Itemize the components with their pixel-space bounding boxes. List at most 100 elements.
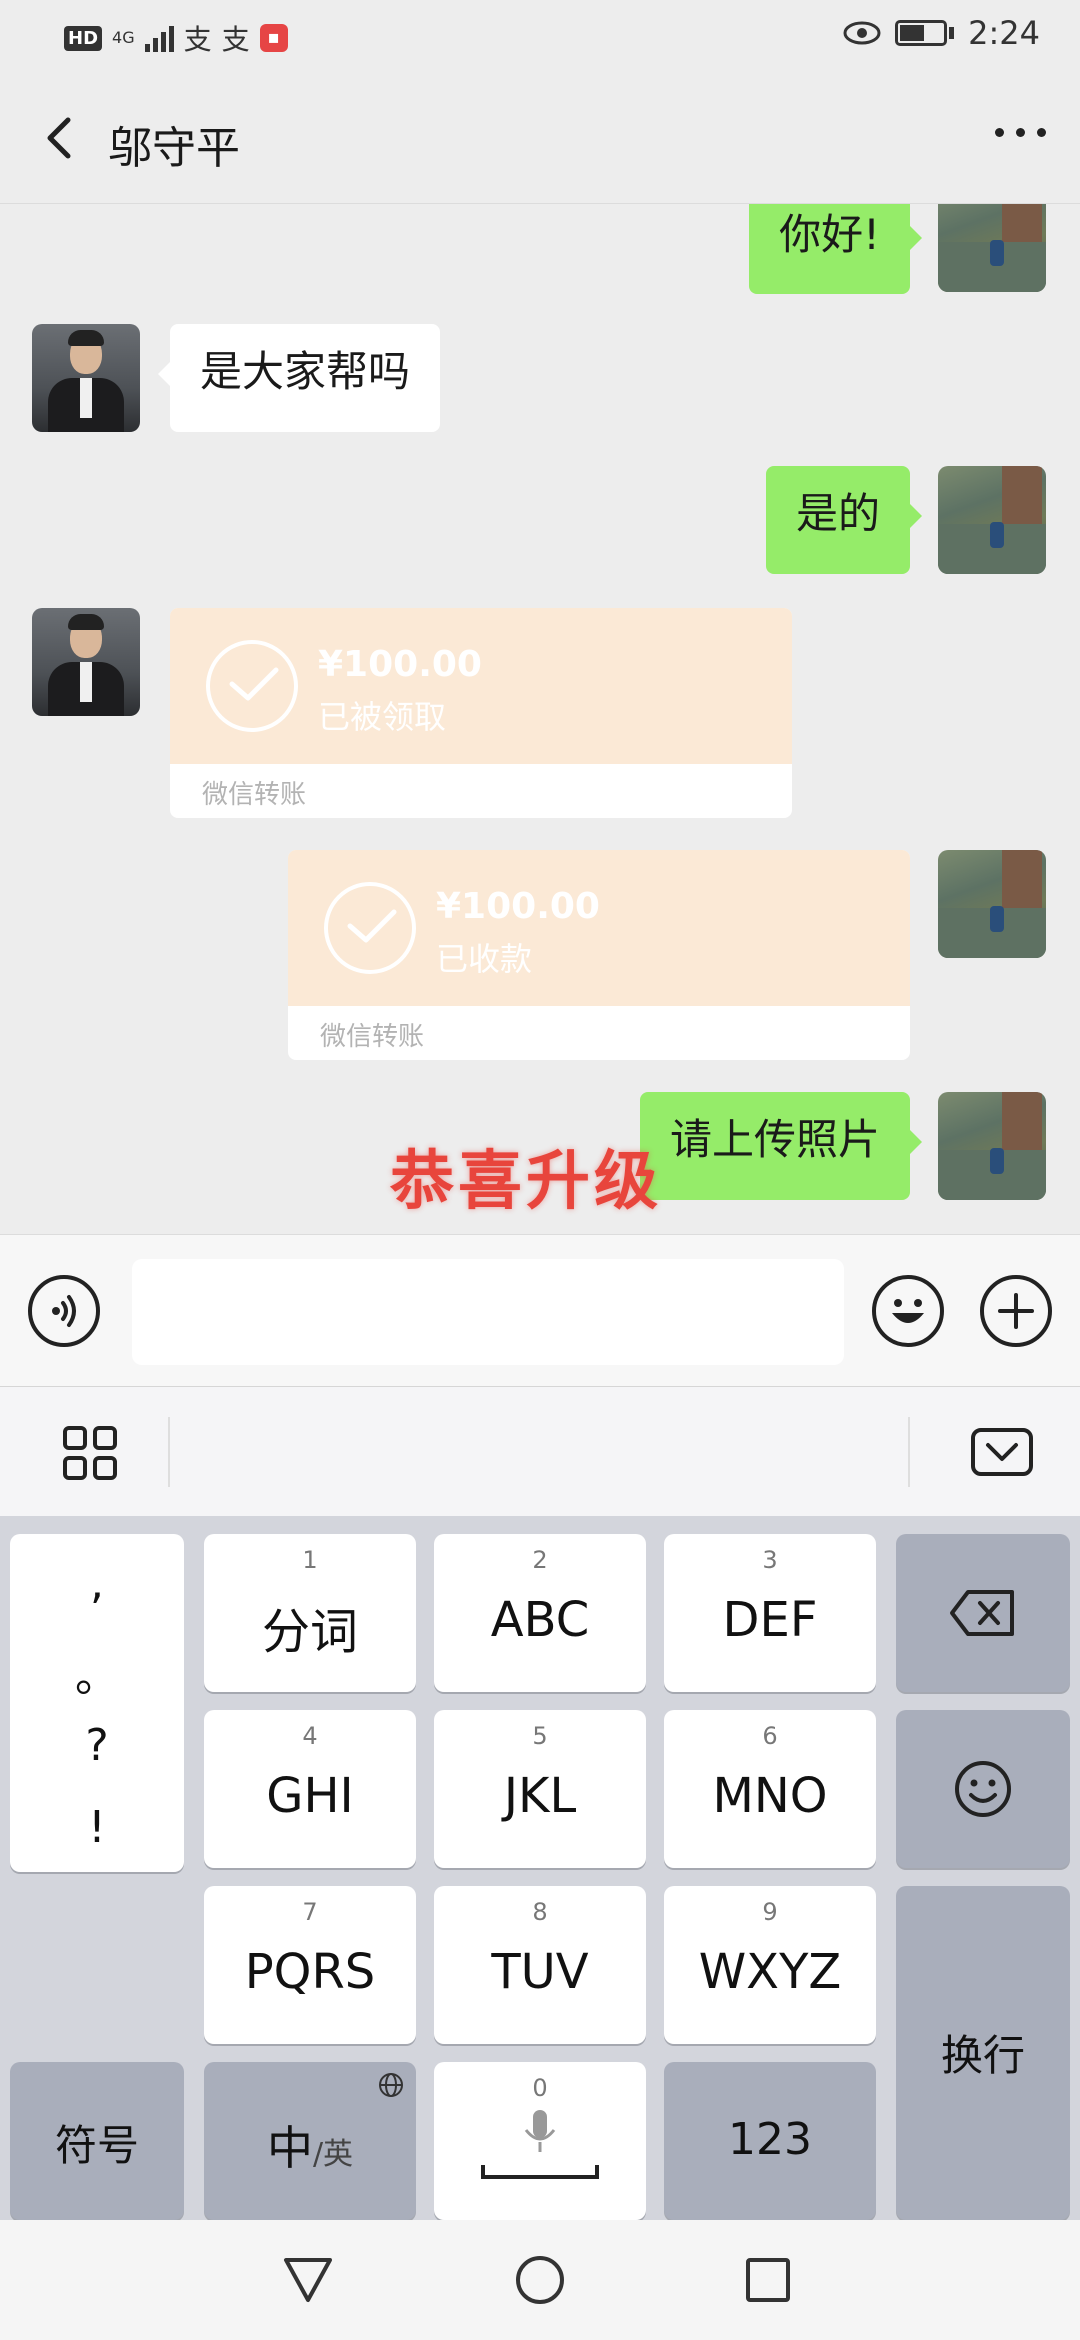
key-number: 8 bbox=[532, 1898, 548, 1926]
grid-menu-icon[interactable] bbox=[62, 1425, 118, 1481]
eye-icon bbox=[843, 21, 881, 45]
key-number: 9 bbox=[762, 1898, 778, 1926]
check-circle-icon bbox=[206, 640, 298, 732]
keyboard: , 。 ? ! 1 分词 2 ABC 3 DEF 4 GHI 5 JKL 6 M… bbox=[0, 1516, 1080, 2220]
key-2[interactable]: 2 ABC bbox=[434, 1534, 646, 1692]
punct-question[interactable]: ? bbox=[10, 1720, 184, 1771]
divider bbox=[908, 1417, 910, 1487]
more-functions-button[interactable] bbox=[980, 1275, 1052, 1347]
key-4[interactable]: 4 GHI bbox=[204, 1710, 416, 1868]
alipay-icon: 支 bbox=[183, 23, 212, 56]
hd-badge: HD bbox=[64, 25, 103, 51]
recents-square-icon[interactable] bbox=[744, 2256, 792, 2304]
key-number: 0 bbox=[532, 2074, 548, 2102]
transfer-label: 微信转账 bbox=[320, 1022, 425, 1052]
punct-exclaim[interactable]: ! bbox=[10, 1802, 184, 1853]
message-list[interactable]: 你好! 是大家帮吗 是的 ¥100.00 已被领取 微信转账 ¥100.00 已… bbox=[0, 204, 1080, 1234]
backspace-icon bbox=[950, 1590, 1014, 1636]
smiley-icon bbox=[892, 1299, 924, 1323]
enter-key[interactable]: 换行 bbox=[896, 1886, 1070, 2220]
network-type: 4G bbox=[112, 28, 135, 47]
home-circle-icon[interactable] bbox=[514, 2254, 566, 2306]
key-label: TUV bbox=[491, 1944, 589, 2000]
transfer-amount: ¥100.00 bbox=[436, 886, 600, 927]
microphone-icon bbox=[524, 2110, 556, 2152]
backspace-key[interactable] bbox=[896, 1534, 1070, 1692]
key-label: DEF bbox=[722, 1592, 818, 1648]
voice-icon bbox=[52, 1295, 76, 1327]
key-6[interactable]: 6 MNO bbox=[664, 1710, 876, 1868]
space-key[interactable]: 0 bbox=[434, 2062, 646, 2220]
punct-comma[interactable]: , bbox=[10, 1558, 184, 1609]
transfer-label: 微信转账 bbox=[202, 780, 307, 810]
my-avatar[interactable] bbox=[938, 466, 1046, 574]
numeric-key[interactable]: 123 bbox=[664, 2062, 876, 2220]
lang-main-label: 中 bbox=[266, 2121, 313, 2175]
language-switch-key[interactable]: 中/英 bbox=[204, 2062, 416, 2220]
system-navigation-bar bbox=[0, 2220, 1080, 2340]
emoji-button[interactable] bbox=[872, 1275, 944, 1347]
contact-avatar[interactable] bbox=[32, 608, 140, 716]
my-avatar[interactable] bbox=[938, 204, 1046, 292]
contact-avatar[interactable] bbox=[32, 324, 140, 432]
key-label: GHI bbox=[266, 1768, 354, 1824]
enter-label: 换行 bbox=[940, 2031, 1025, 2080]
message-bubble-sent[interactable]: 是的 bbox=[765, 466, 923, 574]
key-label: 分词 bbox=[261, 1604, 358, 1660]
divider bbox=[168, 1417, 170, 1487]
numeric-label: 123 bbox=[728, 2114, 812, 2165]
message-bubble-sent[interactable]: 你好! bbox=[749, 204, 922, 294]
congrats-overlay: 恭喜升级 bbox=[390, 1145, 662, 1219]
keyboard-toolbar bbox=[0, 1386, 1080, 1516]
battery-icon bbox=[895, 20, 948, 46]
status-bar: HD 4G 支 支 ▪ 2:24 bbox=[0, 0, 1080, 76]
key-number: 7 bbox=[302, 1898, 318, 1926]
key-number: 2 bbox=[532, 1546, 548, 1574]
my-avatar[interactable] bbox=[938, 1092, 1046, 1200]
symbols-label: 符号 bbox=[54, 2121, 139, 2170]
check-circle-icon bbox=[324, 882, 416, 974]
hide-keyboard-icon[interactable] bbox=[970, 1427, 1034, 1477]
emoji-key[interactable] bbox=[896, 1710, 1070, 1868]
key-9[interactable]: 9 WXYZ bbox=[664, 1886, 876, 2044]
key-5[interactable]: 5 JKL bbox=[434, 1710, 646, 1868]
key-1[interactable]: 1 分词 bbox=[204, 1534, 416, 1692]
punctuation-key[interactable]: , 。 ? ! bbox=[10, 1534, 184, 1872]
chat-header: 邬守平 bbox=[0, 76, 1080, 204]
key-7[interactable]: 7 PQRS bbox=[204, 1886, 416, 2044]
notification-icon: ▪ bbox=[259, 24, 288, 52]
transfer-card-received[interactable]: ¥100.00 已被领取 微信转账 bbox=[170, 608, 792, 818]
key-label: MNO bbox=[712, 1768, 828, 1824]
transfer-amount: ¥100.00 bbox=[318, 644, 482, 685]
key-label: WXYZ bbox=[698, 1944, 842, 2000]
my-avatar[interactable] bbox=[938, 850, 1046, 958]
key-number: 5 bbox=[532, 1722, 548, 1750]
key-label: PQRS bbox=[244, 1944, 376, 2000]
key-3[interactable]: 3 DEF bbox=[664, 1534, 876, 1692]
key-number: 6 bbox=[762, 1722, 778, 1750]
battery-tip bbox=[949, 27, 955, 39]
back-arrow-icon[interactable] bbox=[30, 108, 90, 168]
punct-period[interactable]: 。 bbox=[10, 1640, 184, 1704]
input-bar bbox=[0, 1234, 1080, 1386]
message-bubble-received[interactable]: 是大家帮吗 bbox=[157, 324, 441, 432]
signal-icon bbox=[144, 24, 174, 52]
more-options-icon[interactable] bbox=[995, 128, 1046, 137]
symbols-key[interactable]: 符号 bbox=[10, 2062, 184, 2220]
space-bar-icon bbox=[481, 2165, 599, 2179]
chat-title: 邬守平 bbox=[108, 123, 240, 174]
message-input[interactable] bbox=[132, 1259, 844, 1365]
transfer-card-sent[interactable]: ¥100.00 已收款 微信转账 bbox=[288, 850, 910, 1060]
message-text: 是的 bbox=[795, 489, 880, 538]
key-number: 3 bbox=[762, 1546, 778, 1574]
lang-alt-label: /英 bbox=[312, 2137, 354, 2172]
message-bubble-sent[interactable]: 请上传照片 bbox=[639, 1092, 923, 1200]
back-triangle-icon[interactable] bbox=[282, 2256, 334, 2304]
key-8[interactable]: 8 TUV bbox=[434, 1886, 646, 2044]
smiley-icon bbox=[955, 1761, 1011, 1817]
transfer-status: 已被领取 bbox=[318, 698, 447, 736]
key-label: ABC bbox=[490, 1592, 590, 1648]
message-text: 你好! bbox=[779, 210, 880, 259]
key-number: 4 bbox=[302, 1722, 318, 1750]
voice-button[interactable] bbox=[28, 1275, 100, 1347]
